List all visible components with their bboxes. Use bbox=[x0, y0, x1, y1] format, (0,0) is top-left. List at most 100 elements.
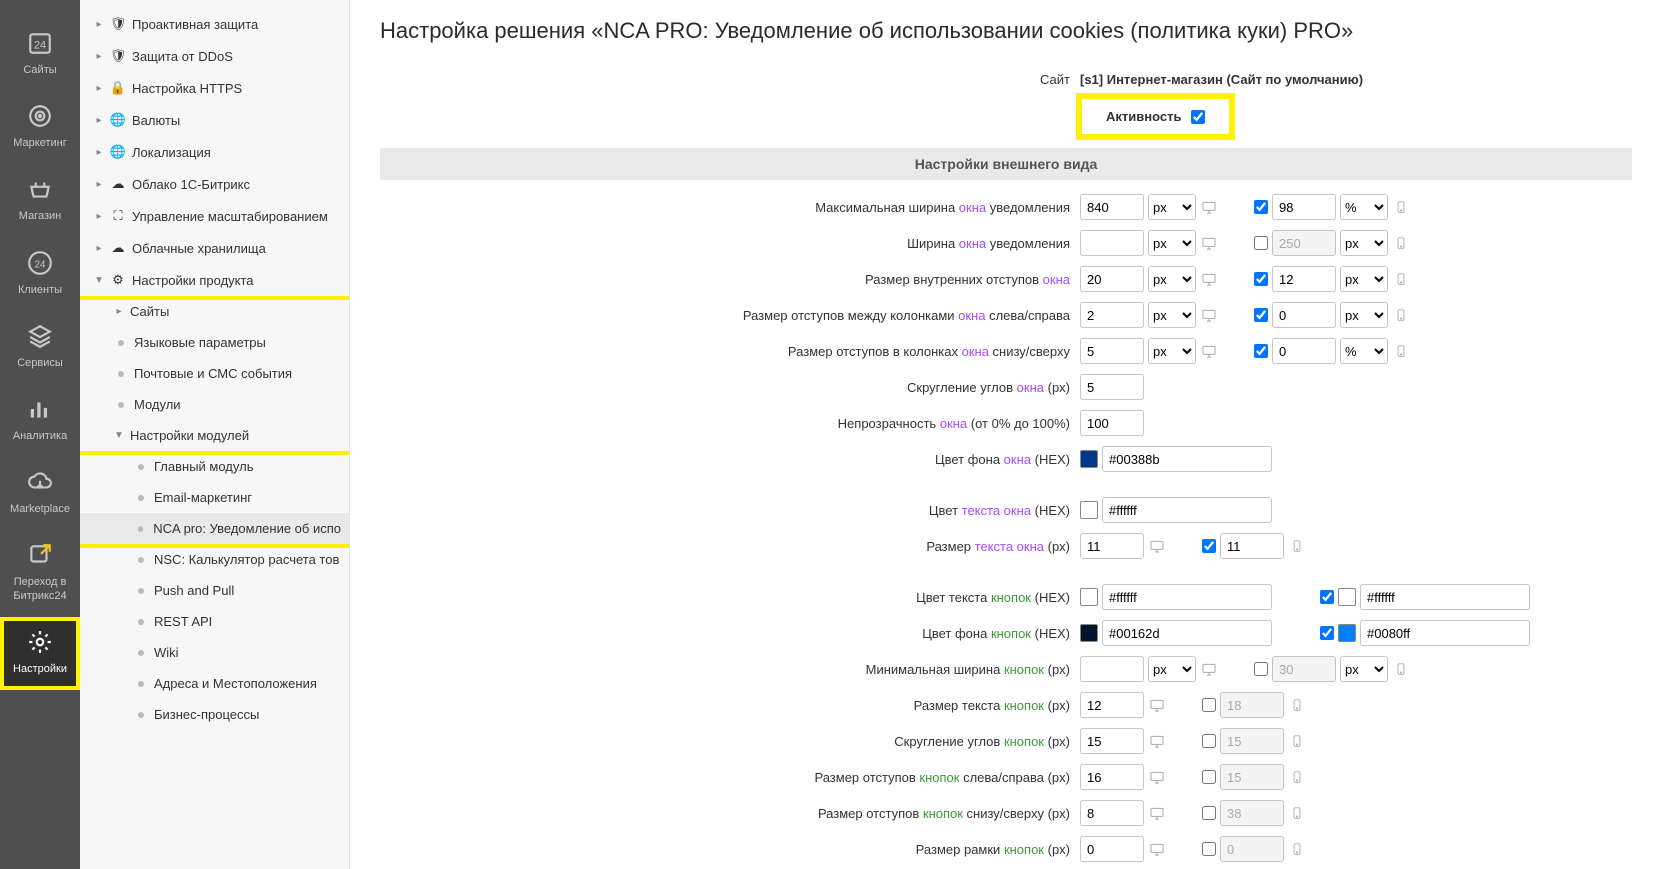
input-max_w-a[interactable] bbox=[1080, 194, 1144, 220]
tree-module-item[interactable]: Бизнес-процессы bbox=[80, 699, 349, 730]
input-col_tb-a[interactable] bbox=[1080, 338, 1144, 364]
tree-label: Настройка HTTPS bbox=[132, 81, 242, 96]
enable-width-b[interactable] bbox=[1254, 236, 1268, 250]
input-btn_radius-a[interactable] bbox=[1080, 728, 1144, 754]
tree-item[interactable]: ▸☁Облако 1С-Битрикс bbox=[80, 168, 349, 200]
enable-txt_size-b[interactable] bbox=[1202, 539, 1216, 553]
input-txt_size-a[interactable] bbox=[1080, 533, 1144, 559]
input-btn_bg-b[interactable] bbox=[1360, 620, 1530, 646]
tree-item[interactable]: ▸🌐Локализация bbox=[80, 136, 349, 168]
rail-sites[interactable]: 24 Сайты bbox=[0, 18, 80, 91]
rail-b24[interactable]: Переход в Битрикс24 bbox=[0, 530, 80, 616]
unit-btn_minw-a[interactable]: px% bbox=[1148, 656, 1196, 682]
tree-item[interactable]: Модули bbox=[80, 389, 349, 420]
input-pad-a[interactable] bbox=[1080, 266, 1144, 292]
rail-marketplace[interactable]: Marketplace bbox=[0, 457, 80, 530]
input-pad-b[interactable] bbox=[1272, 266, 1336, 292]
swatch-btn_txt_color-b[interactable] bbox=[1338, 588, 1356, 606]
enable-btn_pad_lr-b[interactable] bbox=[1202, 770, 1216, 784]
enable-col_tb-b[interactable] bbox=[1254, 344, 1268, 358]
tree-item[interactable]: Языковые параметры bbox=[80, 327, 349, 358]
tree-module-item[interactable]: Главный модуль bbox=[80, 451, 349, 482]
unit-col_tb-b[interactable]: px% bbox=[1340, 338, 1388, 364]
tree-module-settings[interactable]: ▼ Настройки модулей bbox=[80, 420, 349, 451]
active-checkbox[interactable] bbox=[1191, 110, 1205, 124]
swatch-btn_bg-a[interactable] bbox=[1080, 624, 1098, 642]
enable-btn_border-b[interactable] bbox=[1202, 842, 1216, 856]
unit-pad-a[interactable]: px% bbox=[1148, 266, 1196, 292]
tree-item[interactable]: ▸🌐Валюты bbox=[80, 104, 349, 136]
input-btn_pad_tb-a[interactable] bbox=[1080, 800, 1144, 826]
unit-max_w-a[interactable]: px% bbox=[1148, 194, 1196, 220]
tree-item[interactable]: ▸☁Облачные хранилища bbox=[80, 232, 349, 264]
unit-btn_minw-b[interactable]: px% bbox=[1340, 656, 1388, 682]
tree-item[interactable]: ▸🔒Настройка HTTPS bbox=[80, 72, 349, 104]
enable-pad-b[interactable] bbox=[1254, 272, 1268, 286]
enable-max_w-b[interactable] bbox=[1254, 200, 1268, 214]
input-btn_txt_color-b[interactable] bbox=[1360, 584, 1530, 610]
input-btn_txt_size-b bbox=[1220, 692, 1284, 718]
tree-item[interactable]: Почтовые и СМС события bbox=[80, 358, 349, 389]
rail-settings[interactable]: Настройки bbox=[0, 617, 80, 690]
tree-module-item[interactable]: NCA pro: Уведомление об испо bbox=[80, 513, 349, 544]
tree-product-settings[interactable]: ▼ ⚙ Настройки продукта bbox=[80, 264, 349, 296]
rail-analytics[interactable]: Аналитика bbox=[0, 384, 80, 457]
swatch-bg[interactable] bbox=[1080, 450, 1098, 468]
tree-module-item[interactable]: NSC: Калькулятор расчета тов bbox=[80, 544, 349, 575]
tree-label: Валюты bbox=[132, 113, 180, 128]
unit-col_tb-a[interactable]: px% bbox=[1148, 338, 1196, 364]
input-txt_size-b[interactable] bbox=[1220, 533, 1284, 559]
tree-module-item[interactable]: Push and Pull bbox=[80, 575, 349, 606]
input-btn_border-a[interactable] bbox=[1080, 836, 1144, 862]
unit-col_lr-a[interactable]: px% bbox=[1148, 302, 1196, 328]
input-btn_pad_lr-a[interactable] bbox=[1080, 764, 1144, 790]
desktop-icon bbox=[1148, 838, 1166, 860]
enable-btn_radius-b[interactable] bbox=[1202, 734, 1216, 748]
label-opacity: Непрозрачность окна (от 0% до 100%) bbox=[380, 416, 1080, 431]
swatch-btn_txt_color-a[interactable] bbox=[1080, 588, 1098, 606]
input-opacity[interactable] bbox=[1080, 410, 1144, 436]
rail-label: Настройки bbox=[13, 663, 67, 676]
enable-btn_txt_size-b[interactable] bbox=[1202, 698, 1216, 712]
input-btn_bg-a[interactable] bbox=[1102, 620, 1272, 646]
input-width-a[interactable] bbox=[1080, 230, 1144, 256]
rail-services[interactable]: Сервисы bbox=[0, 311, 80, 384]
input-btn_minw-a[interactable] bbox=[1080, 656, 1144, 682]
svg-text:24: 24 bbox=[34, 39, 46, 51]
tree-label: Настройки продукта bbox=[132, 273, 254, 288]
tree-module-item[interactable]: Email-маркетинг bbox=[80, 482, 349, 513]
enable-btn_bg-b[interactable] bbox=[1320, 626, 1334, 640]
unit-width-b[interactable]: px% bbox=[1340, 230, 1388, 256]
tree-module-item[interactable]: Wiki bbox=[80, 637, 349, 668]
rail-marketing[interactable]: Маркетинг bbox=[0, 91, 80, 164]
input-btn_txt_size-a[interactable] bbox=[1080, 692, 1144, 718]
unit-col_lr-b[interactable]: px% bbox=[1340, 302, 1388, 328]
unit-pad-b[interactable]: px% bbox=[1340, 266, 1388, 292]
input-col_lr-b[interactable] bbox=[1272, 302, 1336, 328]
input-radius[interactable] bbox=[1080, 374, 1144, 400]
input-txt_color[interactable] bbox=[1102, 497, 1272, 523]
unit-max_w-b[interactable]: px% bbox=[1340, 194, 1388, 220]
tree-module-item[interactable]: REST API bbox=[80, 606, 349, 637]
rail-clients[interactable]: 24 Клиенты bbox=[0, 238, 80, 311]
input-col_lr-a[interactable] bbox=[1080, 302, 1144, 328]
unit-width-a[interactable]: px% bbox=[1148, 230, 1196, 256]
enable-btn_pad_tb-b[interactable] bbox=[1202, 806, 1216, 820]
enable-btn_minw-b[interactable] bbox=[1254, 662, 1268, 676]
swatch-btn_bg-b[interactable] bbox=[1338, 624, 1356, 642]
swatch-txt_color[interactable] bbox=[1080, 501, 1098, 519]
tree-item[interactable]: ▸🛡Защита от DDoS bbox=[80, 40, 349, 72]
label-btn_minw: Минимальная ширина кнопок (px) bbox=[380, 662, 1080, 677]
input-bg[interactable] bbox=[1102, 446, 1272, 472]
tree-item[interactable]: ▸Сайты bbox=[80, 296, 349, 327]
tree-item[interactable]: ▸🛡Проактивная защита bbox=[80, 8, 349, 40]
active-highlight: Активность bbox=[1080, 97, 1231, 136]
tree-item[interactable]: ▸⛶Управление масштабированием bbox=[80, 200, 349, 232]
input-col_tb-b[interactable] bbox=[1272, 338, 1336, 364]
input-max_w-b[interactable] bbox=[1272, 194, 1336, 220]
enable-col_lr-b[interactable] bbox=[1254, 308, 1268, 322]
tree-module-item[interactable]: Адреса и Местоположения bbox=[80, 668, 349, 699]
enable-btn_txt_color-b[interactable] bbox=[1320, 590, 1334, 604]
input-btn_txt_color-a[interactable] bbox=[1102, 584, 1272, 610]
rail-shop[interactable]: Магазин bbox=[0, 164, 80, 237]
